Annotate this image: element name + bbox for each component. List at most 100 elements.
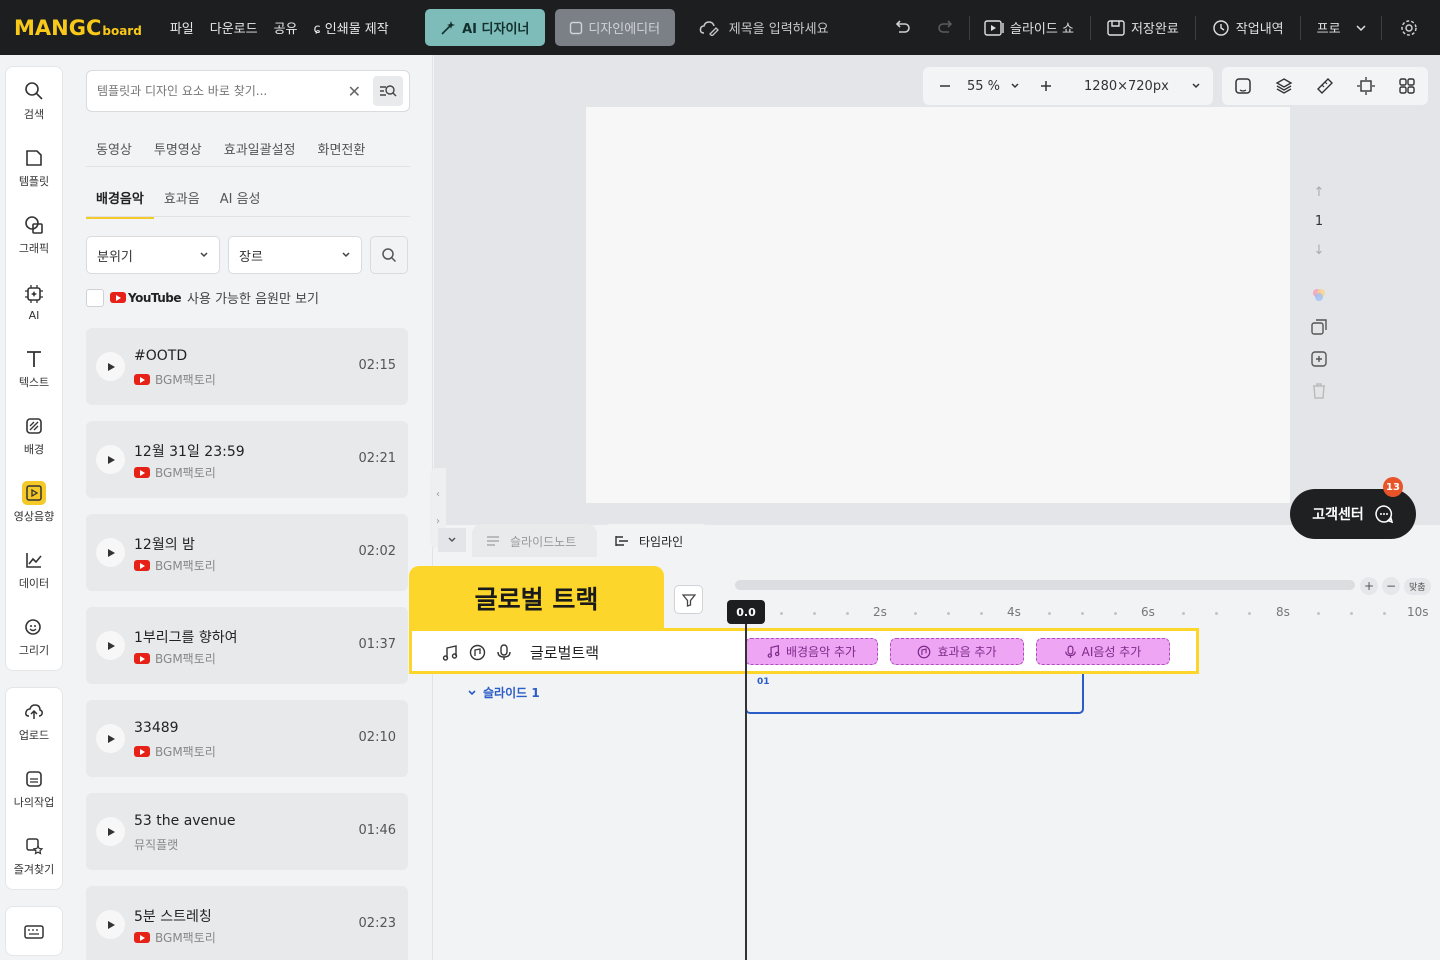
- arrow-down-icon[interactable]: ↓: [1314, 243, 1325, 258]
- timeline-zoom-out-button[interactable]: −: [1382, 577, 1400, 595]
- advanced-search-button[interactable]: [373, 76, 403, 106]
- add-bgm-button[interactable]: 배경음악 추가: [745, 638, 878, 665]
- design-editor-button[interactable]: 디자인에디터: [554, 9, 675, 46]
- layers-icon[interactable]: [1275, 77, 1293, 95]
- rail-item-ai[interactable]: AI: [6, 268, 62, 335]
- genre-select[interactable]: 장르: [228, 236, 362, 274]
- rail-item-background[interactable]: 배경: [6, 402, 62, 469]
- play-icon[interactable]: [96, 352, 125, 381]
- tab-bgm[interactable]: 배경음악: [86, 178, 154, 219]
- tab-transition[interactable]: 화면전환: [318, 139, 366, 158]
- menu-download[interactable]: 다운로드: [202, 18, 266, 37]
- duplicate-icon[interactable]: [1310, 318, 1328, 336]
- slide-track-label[interactable]: 슬라이드 1: [467, 684, 540, 701]
- arrow-up-icon[interactable]: ↑: [1314, 185, 1325, 200]
- track-duration: 02:10: [358, 730, 396, 745]
- crop-icon[interactable]: [1357, 77, 1376, 95]
- ruler-icon[interactable]: [1316, 77, 1334, 95]
- slide-canvas[interactable]: [586, 107, 1290, 503]
- add-page-icon[interactable]: [1310, 350, 1328, 368]
- collapse-bottom-button[interactable]: [438, 528, 466, 552]
- tab-transparent-video[interactable]: 투명영상: [154, 139, 202, 158]
- rail-item-upload[interactable]: 업로드: [6, 688, 62, 755]
- play-icon[interactable]: [96, 724, 125, 753]
- music-note-icon: [767, 645, 780, 658]
- logo[interactable]: MANGC board: [14, 16, 142, 40]
- gear-icon[interactable]: [1400, 19, 1418, 37]
- sound-effect-icon[interactable]: [469, 644, 486, 661]
- timeline-zoom-in-button[interactable]: +: [1360, 577, 1378, 595]
- add-sound-effect-button[interactable]: 효과음 추가: [890, 638, 1024, 665]
- rail-item-mywork[interactable]: 나의작업: [6, 755, 62, 822]
- list-item[interactable]: #OOTD BGM팩토리 02:15: [86, 328, 408, 405]
- rail-label: 데이터: [18, 577, 50, 590]
- youtube-only-checkbox[interactable]: [86, 288, 104, 307]
- list-item[interactable]: 12월의 밤 BGM팩토리 02:02: [86, 514, 408, 591]
- ai-designer-button[interactable]: AI 디자이너: [424, 9, 545, 46]
- rail-item-graphic[interactable]: 그래픽: [6, 201, 62, 268]
- play-icon[interactable]: [96, 817, 125, 846]
- play-icon[interactable]: [96, 910, 125, 939]
- close-icon[interactable]: ✕: [348, 82, 361, 101]
- list-item[interactable]: 1부리그를 향하여 BGM팩토리 01:37: [86, 607, 408, 684]
- mood-select[interactable]: 분위기: [86, 236, 220, 274]
- redo-icon[interactable]: [937, 19, 955, 37]
- rail-item-keyboard[interactable]: [5, 906, 63, 956]
- slide-clip[interactable]: 01: [745, 674, 1084, 714]
- customer-center-button[interactable]: 고객센터: [1290, 489, 1416, 539]
- rail-item-draw[interactable]: 그리기: [6, 603, 62, 670]
- timeline-fit-button[interactable]: 맞춤: [1404, 577, 1431, 595]
- zoom-out-icon[interactable]: [939, 80, 951, 92]
- timeline-filter-button[interactable]: [674, 585, 703, 614]
- chevron-down-icon[interactable]: [1191, 81, 1201, 91]
- zoom-in-icon[interactable]: [1040, 80, 1052, 92]
- undo-icon[interactable]: [893, 19, 911, 37]
- list-item[interactable]: 33489 BGM팩토리 02:10: [86, 700, 408, 777]
- grid-icon[interactable]: [1398, 77, 1416, 95]
- filter-search-button[interactable]: [370, 236, 408, 274]
- save-status[interactable]: 저장완료: [1107, 18, 1179, 37]
- rail-item-search[interactable]: 검색: [6, 67, 62, 134]
- tab-video[interactable]: 동영상: [96, 139, 132, 158]
- play-icon[interactable]: [96, 631, 125, 660]
- playhead-line[interactable]: [745, 624, 747, 960]
- list-item[interactable]: 5분 스트레칭 BGM팩토리 02:23: [86, 886, 408, 960]
- zoom-level[interactable]: 55 %: [967, 79, 1000, 94]
- rail-item-template[interactable]: 템플릿: [6, 134, 62, 201]
- plan-dropdown[interactable]: 프로: [1317, 18, 1367, 37]
- add-ai-voice-button[interactable]: AI음성 추가: [1036, 638, 1170, 665]
- chevron-down-icon[interactable]: [1010, 81, 1020, 91]
- microphone-icon[interactable]: [497, 644, 511, 661]
- play-icon[interactable]: [96, 538, 125, 567]
- menu-share[interactable]: 공유: [266, 18, 306, 37]
- rail-item-text[interactable]: 텍스트: [6, 335, 62, 402]
- color-palette-icon[interactable]: [1310, 286, 1328, 304]
- tab-slide-notes[interactable]: 슬라이드노트: [472, 524, 597, 558]
- tab-timeline[interactable]: 타임라인: [601, 524, 711, 558]
- rail-item-favorite[interactable]: 즐겨찾기: [6, 822, 62, 889]
- music-note-icon[interactable]: [442, 644, 458, 661]
- search-input[interactable]: [97, 84, 348, 98]
- menu-print[interactable]: ɕ 인쇄물 제작: [306, 18, 397, 37]
- history-button[interactable]: 작업내역: [1212, 18, 1284, 37]
- chevron-left-icon[interactable]: ‹: [436, 489, 440, 500]
- tab-sound-effect[interactable]: 효과음: [154, 178, 210, 219]
- trash-icon[interactable]: [1311, 382, 1327, 400]
- play-icon[interactable]: [96, 445, 125, 474]
- background-icon: [22, 414, 46, 438]
- sticker-icon[interactable]: [1234, 77, 1252, 95]
- tab-ai-voice[interactable]: AI 음성: [210, 178, 271, 219]
- menu-file[interactable]: 파일: [162, 18, 202, 37]
- title-field[interactable]: 제목을 입력하세요: [699, 18, 879, 37]
- list-item[interactable]: 53 the avenue 뮤직플랫 01:46: [86, 793, 408, 870]
- playhead[interactable]: 0.0: [727, 600, 765, 624]
- chevron-right-icon[interactable]: ›: [436, 516, 440, 527]
- timeline-scrollbar[interactable]: [735, 580, 1355, 590]
- logo-sub: board: [102, 23, 142, 38]
- rail-item-data[interactable]: 데이터: [6, 536, 62, 603]
- list-item[interactable]: 12월 31일 23:59 BGM팩토리 02:21: [86, 421, 408, 498]
- rail-item-media[interactable]: 영상음향: [6, 469, 62, 536]
- canvas-size[interactable]: 1280×720px: [1084, 79, 1169, 94]
- tab-effect-settings[interactable]: 효과일괄설정: [224, 139, 296, 158]
- slideshow-button[interactable]: 슬라이드 쇼: [984, 18, 1074, 37]
